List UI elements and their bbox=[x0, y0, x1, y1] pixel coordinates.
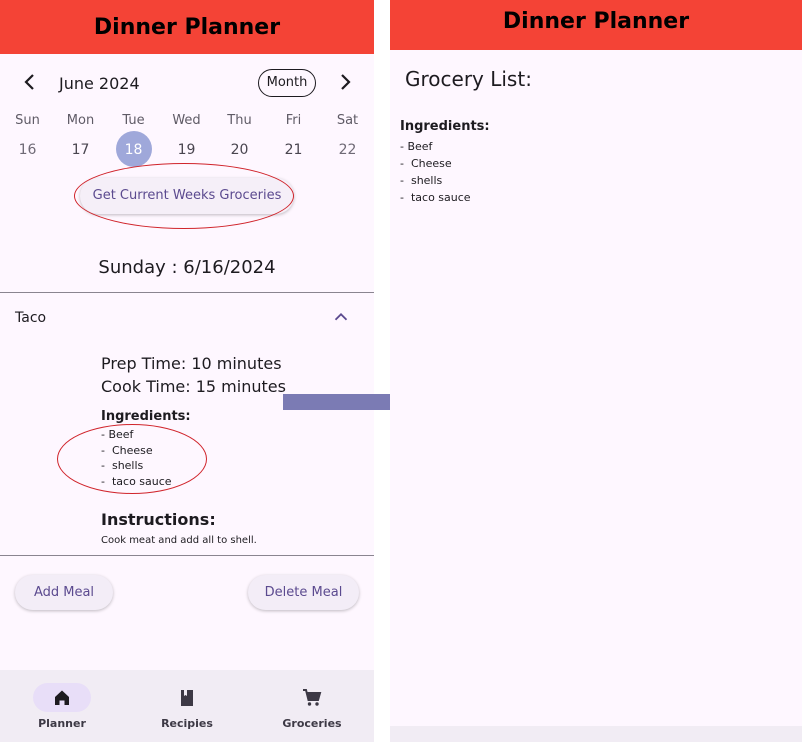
ingredients-heading: Ingredients: bbox=[400, 119, 490, 134]
grocery-list-title: Grocery List: bbox=[405, 67, 532, 91]
ingredients-list: - Beef - Cheese - shells - taco sauce bbox=[101, 427, 172, 489]
ingredient-item: - taco sauce bbox=[101, 474, 172, 488]
calendar-day[interactable]: 19 bbox=[160, 142, 213, 158]
calendar-header: June 2024 Month bbox=[0, 66, 374, 100]
grocery-ingredients-list: - Beef - Cheese - shells - taco sauce bbox=[400, 138, 471, 206]
weekday-thu: Thu bbox=[227, 113, 252, 128]
ingredient-item: - Beef bbox=[101, 428, 134, 441]
instructions-text: Cook meat and add all to shell. bbox=[101, 535, 257, 546]
chevron-left-icon[interactable] bbox=[18, 70, 42, 94]
nav-label: Recipies bbox=[161, 717, 213, 730]
nav-label: Planner bbox=[38, 717, 86, 730]
grocery-item: - taco sauce bbox=[400, 191, 471, 204]
meal-tile-title[interactable]: Taco bbox=[15, 310, 46, 326]
ingredient-item: - Cheese bbox=[101, 443, 153, 457]
grocery-item: - Cheese bbox=[400, 157, 452, 170]
chevron-right-icon[interactable] bbox=[333, 70, 357, 94]
calendar-day[interactable]: 20 bbox=[213, 142, 266, 158]
weekday-fri: Fri bbox=[285, 113, 302, 128]
bottom-navigation: Planner Recipies Groceries bbox=[0, 670, 374, 742]
calendar-format-button[interactable]: Month bbox=[258, 69, 316, 97]
add-meal-button[interactable]: Add Meal bbox=[15, 575, 113, 610]
ingredient-item: - shells bbox=[101, 459, 144, 472]
cook-time: Cook Time: 15 minutes bbox=[101, 377, 286, 396]
divider bbox=[0, 555, 374, 556]
calendar-day-selected[interactable]: 18 bbox=[107, 142, 160, 158]
selected-date-heading: Sunday : 6/16/2024 bbox=[98, 257, 276, 278]
instructions-heading: Instructions: bbox=[101, 510, 216, 529]
prep-time: Prep Time: 10 minutes bbox=[101, 354, 282, 373]
bottom-navigation bbox=[390, 726, 802, 742]
cart-icon bbox=[300, 686, 324, 710]
divider bbox=[0, 292, 374, 293]
calendar-day[interactable]: 16 bbox=[1, 142, 54, 158]
grocery-list-screen: Dinner Planner Grocery List: Ingredients… bbox=[390, 0, 802, 742]
weekday-tue: Tue bbox=[122, 113, 145, 128]
nav-item-groceries[interactable]: Groceries bbox=[250, 670, 374, 742]
delete-meal-button[interactable]: Delete Meal bbox=[248, 575, 359, 610]
weekday-sun: Sun bbox=[15, 113, 40, 128]
app-title: Dinner Planner bbox=[0, 0, 374, 54]
nav-item-recipies[interactable]: Recipies bbox=[125, 670, 249, 742]
weekday-mon: Mon bbox=[66, 113, 95, 128]
calendar-day[interactable]: 22 bbox=[321, 142, 374, 158]
app-title: Dinner Planner bbox=[390, 0, 802, 50]
calendar-month-title: June 2024 bbox=[59, 74, 140, 93]
weekday-wed: Wed bbox=[172, 113, 201, 128]
nav-label: Groceries bbox=[282, 717, 342, 730]
weekday-sat: Sat bbox=[336, 113, 359, 128]
get-groceries-button[interactable]: Get Current Weeks Groceries bbox=[80, 178, 294, 214]
calendar-day[interactable]: 17 bbox=[54, 142, 107, 158]
grocery-item: - Beef bbox=[400, 140, 433, 153]
chevron-up-icon[interactable] bbox=[330, 306, 352, 328]
book-icon bbox=[175, 686, 199, 710]
ingredients-heading: Ingredients: bbox=[101, 409, 191, 424]
calendar-day[interactable]: 21 bbox=[267, 142, 320, 158]
home-icon bbox=[50, 686, 74, 710]
grocery-item: - shells bbox=[400, 174, 443, 187]
nav-item-planner[interactable]: Planner bbox=[0, 670, 124, 742]
